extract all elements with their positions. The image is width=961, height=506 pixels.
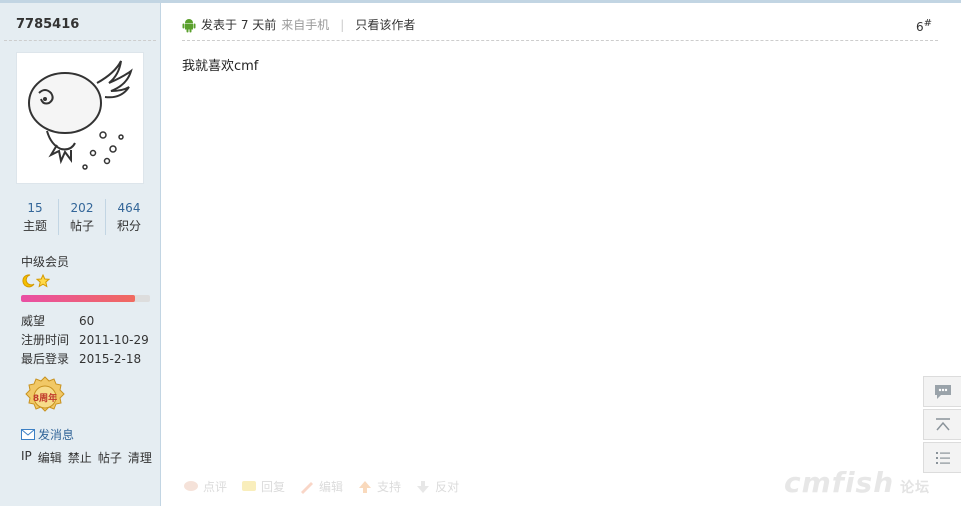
info-row: 最后登录 2015-2-18 [21, 352, 142, 366]
post-source[interactable]: 来自手机 [281, 16, 329, 33]
divider [4, 40, 156, 41]
post-header: 发表于 7 天前 来自手机 | 只看该作者 6# [182, 14, 938, 41]
post-time: 发表于 7 天前 [201, 18, 277, 32]
user-group[interactable]: 中级会员 [21, 253, 69, 270]
post-actions: 点评 回复 编辑 支持 反对 [183, 478, 459, 495]
admin-edit-link[interactable]: 编辑 [38, 449, 62, 466]
comment-icon [184, 480, 198, 491]
medal-icon: 8周年 [25, 376, 65, 412]
support-button[interactable]: 支持 [357, 478, 401, 495]
admin-links: IP 编辑 禁止 帖子 清理 [21, 449, 152, 466]
user-info: 威望 60 注册时间 2011-10-29 最后登录 2015-2-18 [21, 312, 149, 369]
moon-icon [22, 274, 35, 288]
admin-posts-link[interactable]: 帖子 [98, 449, 122, 466]
floor-number[interactable]: 6# [916, 18, 932, 34]
credit-progress-fill [21, 295, 135, 302]
list-icon [935, 451, 950, 464]
rank-stars [21, 274, 50, 288]
thumb-up-icon [359, 480, 372, 493]
post-body: 我就喜欢cmf [182, 59, 259, 74]
admin-clean-link[interactable]: 清理 [128, 449, 152, 466]
edit-button[interactable]: 编辑 [299, 478, 343, 495]
username[interactable]: 7785416 [16, 17, 79, 32]
arrow-top-icon [935, 417, 950, 430]
oppose-button[interactable]: 反对 [415, 478, 459, 495]
chat-bubble-icon [934, 384, 951, 399]
reply-icon [242, 480, 257, 491]
info-row: 威望 60 [21, 314, 95, 328]
stat-posts[interactable]: 202 帖子 [59, 199, 106, 235]
avatar-image [28, 60, 133, 170]
avatar[interactable] [16, 52, 144, 184]
floating-toolbar [923, 376, 961, 475]
back-to-top-button[interactable] [923, 409, 961, 440]
stat-credits[interactable]: 464 积分 [106, 199, 152, 235]
user-stats: 15 主题 202 帖子 464 积分 [12, 199, 152, 235]
anniversary-medal[interactable]: 8周年 [22, 375, 68, 419]
medal-label: 8周年 [33, 392, 57, 404]
author-sidebar: 7785416 15 主题 202 帖子 464 积分 中级会员 威望 60 注… [0, 3, 161, 506]
separator: | [340, 17, 345, 32]
star-icon [36, 274, 50, 288]
site-watermark: cmfish 论坛 [784, 466, 931, 499]
pencil-icon [301, 481, 314, 494]
admin-ip-link[interactable]: IP [21, 449, 32, 466]
quick-reply-button[interactable] [923, 376, 961, 407]
reply-button[interactable]: 回复 [241, 478, 285, 495]
only-author-link[interactable]: 只看该作者 [355, 16, 415, 33]
comment-button[interactable]: 点评 [183, 478, 227, 495]
android-icon [182, 18, 196, 32]
admin-ban-link[interactable]: 禁止 [68, 449, 92, 466]
stat-threads[interactable]: 15 主题 [12, 199, 59, 235]
thumb-down-icon [417, 480, 430, 493]
envelope-icon [21, 429, 35, 440]
info-row: 注册时间 2011-10-29 [21, 333, 149, 347]
send-message-link[interactable]: 发消息 [21, 426, 74, 443]
credit-progress-bar [21, 295, 150, 302]
